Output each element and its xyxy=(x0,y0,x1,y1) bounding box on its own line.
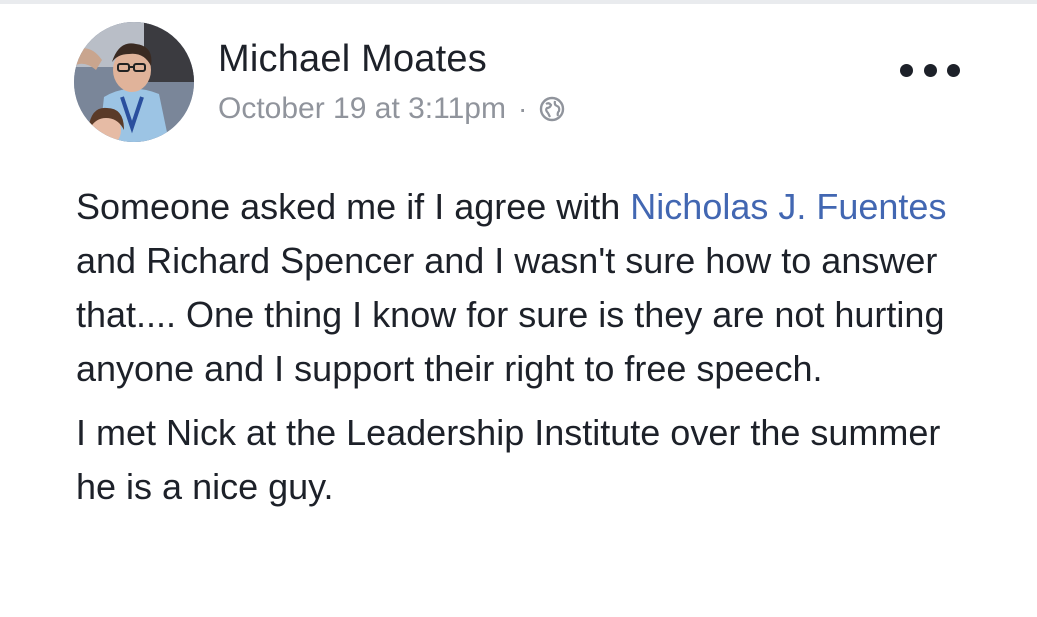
globe-icon[interactable] xyxy=(539,96,565,122)
post-paragraph-2: I met Nick at the Leadership Institute o… xyxy=(76,412,941,507)
more-options-icon[interactable] xyxy=(900,58,960,82)
meta-separator: · xyxy=(517,93,528,124)
divider xyxy=(0,0,1037,4)
author-name[interactable]: Michael Moates xyxy=(218,38,487,81)
mention-link[interactable]: Nicholas J. Fuentes xyxy=(630,186,946,227)
post-text-segment: and Richard Spencer and I wasn't sure ho… xyxy=(76,240,945,389)
menu-dot xyxy=(947,63,960,77)
post-paragraph-1: Someone asked me if I agree with Nichola… xyxy=(76,180,976,396)
menu-dot xyxy=(923,63,937,77)
post-text-segment: Someone asked me if I agree with xyxy=(76,186,631,227)
post-meta: October 19 at 3:11pm · xyxy=(218,92,565,126)
profile-photo-icon xyxy=(74,22,194,142)
menu-dot xyxy=(900,63,913,77)
author-avatar[interactable] xyxy=(74,22,194,142)
facebook-post: Michael Moates October 19 at 3:11pm · So… xyxy=(0,0,1037,617)
post-timestamp[interactable]: October 19 at 3:11pm xyxy=(218,92,506,126)
post-text: Someone asked me if I agree with Nichola… xyxy=(76,180,976,514)
